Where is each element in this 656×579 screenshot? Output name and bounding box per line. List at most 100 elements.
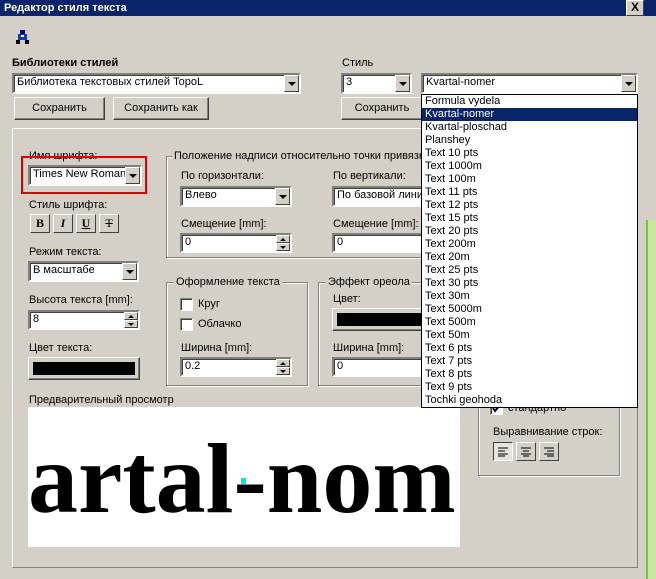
text-color-button[interactable] <box>28 357 140 380</box>
text-color-label: Цвет текста: <box>29 342 93 354</box>
dropdown-item[interactable]: Text 5000m <box>422 303 637 316</box>
font-style-label: Стиль шрифта: <box>29 199 108 211</box>
dropdown-item[interactable]: Text 100m <box>422 173 637 186</box>
position-group-title: Положение надписи относительно точки при… <box>172 150 432 162</box>
title-bar: Редактор стиля текста X <box>0 0 656 16</box>
style-label: Стиль <box>342 57 374 69</box>
v-offset-value: 0 <box>337 236 344 248</box>
library-save-button[interactable]: Сохранить <box>14 97 105 120</box>
spin-down-icon[interactable] <box>276 243 290 251</box>
horizontal-label: По горизонтали: <box>181 170 264 182</box>
window-title: Редактор стиля текста <box>4 2 127 14</box>
dropdown-item[interactable]: Text 25 pts <box>422 264 637 277</box>
strikethrough-button[interactable]: T <box>99 214 119 233</box>
dropdown-item[interactable]: Text 10 pts <box>422 147 637 160</box>
decoration-group-title: Оформление текста <box>174 276 282 288</box>
dropdown-item[interactable]: Text 6 pts <box>422 342 637 355</box>
h-offset-label: Смещение [mm]: <box>181 218 267 230</box>
library-select[interactable]: Библиотека текстовых стилей TopoL <box>12 73 301 94</box>
text-mode-label: Режим текста: <box>29 246 102 258</box>
align-left-button[interactable] <box>493 442 513 461</box>
style-name-select[interactable]: Kvartal-nomer <box>421 73 638 94</box>
bold-button[interactable]: B <box>30 214 50 233</box>
spin-up-icon[interactable] <box>124 312 138 320</box>
spin-down-icon[interactable] <box>276 367 290 375</box>
close-button[interactable]: X <box>626 0 644 16</box>
dropdown-item[interactable]: Text 15 pts <box>422 212 637 225</box>
align-left-icon <box>498 447 508 457</box>
align-center-icon <box>521 447 531 457</box>
halo-group-title: Эффект ореола <box>326 276 412 288</box>
dropdown-item[interactable]: Formula vydela <box>422 95 637 108</box>
dropdown-item[interactable]: Text 9 pts <box>422 381 637 394</box>
vertical-value: По базовой линии <box>337 189 430 201</box>
decoration-width-spinner[interactable]: 0.2 <box>180 357 292 377</box>
libraries-label: Библиотеки стилей <box>12 57 119 69</box>
dropdown-item[interactable]: Text 30m <box>422 290 637 303</box>
decoration-width-value: 0.2 <box>185 360 201 372</box>
preview-label: Предварительный просмотр <box>29 394 174 406</box>
style-number-value: 3 <box>346 76 353 88</box>
dropdown-item[interactable]: Text 30 pts <box>422 277 637 290</box>
preview-area: artal-nom <box>28 407 460 547</box>
h-offset-spinner[interactable]: 0 <box>180 233 292 253</box>
text-height-label: Высота текста [mm]: <box>29 294 133 306</box>
chevron-down-icon[interactable] <box>275 188 290 205</box>
horizontal-value: Влево <box>185 189 217 201</box>
spin-down-icon[interactable] <box>124 320 138 328</box>
dropdown-item[interactable]: Text 8 pts <box>422 368 637 381</box>
chevron-down-icon[interactable] <box>284 75 299 92</box>
library-select-value: Библиотека текстовых стилей TopoL <box>17 76 204 88</box>
chevron-down-icon[interactable] <box>122 263 137 280</box>
text-mode-value: В масштабе <box>33 264 95 276</box>
italic-button[interactable]: I <box>53 214 73 233</box>
align-right-icon <box>544 447 554 457</box>
align-center-button[interactable] <box>516 442 536 461</box>
halo-width-value: 0 <box>337 360 344 372</box>
h-offset-value: 0 <box>185 236 192 248</box>
horizontal-select[interactable]: Влево <box>180 186 292 207</box>
dropdown-item[interactable]: Kvartal-ploschad <box>422 121 637 134</box>
text-height-spinner[interactable]: 8 <box>28 310 140 330</box>
tool-icon[interactable] <box>14 28 32 46</box>
dropdown-item[interactable]: Text 12 pts <box>422 199 637 212</box>
library-save-as-button[interactable]: Сохранить как <box>113 97 209 120</box>
dropdown-item[interactable]: Tochki geohoda <box>422 394 637 407</box>
cloud-checkbox[interactable] <box>180 318 193 331</box>
halo-width-label: Ширина [mm]: <box>333 342 405 354</box>
anchor-point <box>241 478 246 484</box>
text-mode-select[interactable]: В масштабе <box>28 261 139 282</box>
text-height-value: 8 <box>33 313 40 325</box>
dropdown-item[interactable]: Text 200m <box>422 238 637 251</box>
highlight-box <box>21 156 147 194</box>
dropdown-item[interactable]: Text 20 pts <box>422 225 637 238</box>
circle-checkbox[interactable] <box>180 298 193 311</box>
dropdown-item[interactable]: Text 7 pts <box>422 355 637 368</box>
style-number-select[interactable]: 3 <box>341 73 412 94</box>
circle-label: Круг <box>198 298 220 310</box>
vertical-label: По вертикали: <box>333 170 406 182</box>
dropdown-item[interactable]: Text 1000m <box>422 160 637 173</box>
style-name-value: Kvartal-nomer <box>426 76 496 88</box>
dropdown-item[interactable]: Text 500m <box>422 316 637 329</box>
chevron-down-icon[interactable] <box>621 75 636 92</box>
background-window-edge <box>646 220 656 579</box>
v-offset-label: Смещение [mm]: <box>333 218 419 230</box>
halo-color-label: Цвет: <box>333 293 361 305</box>
spin-up-icon[interactable] <box>276 359 290 367</box>
dropdown-item[interactable]: Planshey <box>422 134 637 147</box>
cloud-label: Облачко <box>198 318 242 330</box>
style-dropdown-list[interactable]: Formula vydela Kvartal-nomer Kvartal-plosc… <box>421 94 638 408</box>
underline-button[interactable]: U <box>76 214 96 233</box>
dropdown-item[interactable]: Text 20m <box>422 251 637 264</box>
style-save-button[interactable]: Сохранить <box>341 97 423 120</box>
spin-up-icon[interactable] <box>276 235 290 243</box>
dropdown-item[interactable]: Kvartal-nomer <box>422 108 637 121</box>
chevron-down-icon[interactable] <box>395 75 410 92</box>
dropdown-item[interactable]: Text 50m <box>422 329 637 342</box>
dropdown-item[interactable]: Text 11 pts <box>422 186 637 199</box>
decoration-width-label: Ширина [mm]: <box>181 342 253 354</box>
align-right-button[interactable] <box>539 442 559 461</box>
style-editor-window: Редактор стиля текста X Библиотеки стиле… <box>0 0 656 579</box>
text-color-swatch <box>33 362 135 375</box>
